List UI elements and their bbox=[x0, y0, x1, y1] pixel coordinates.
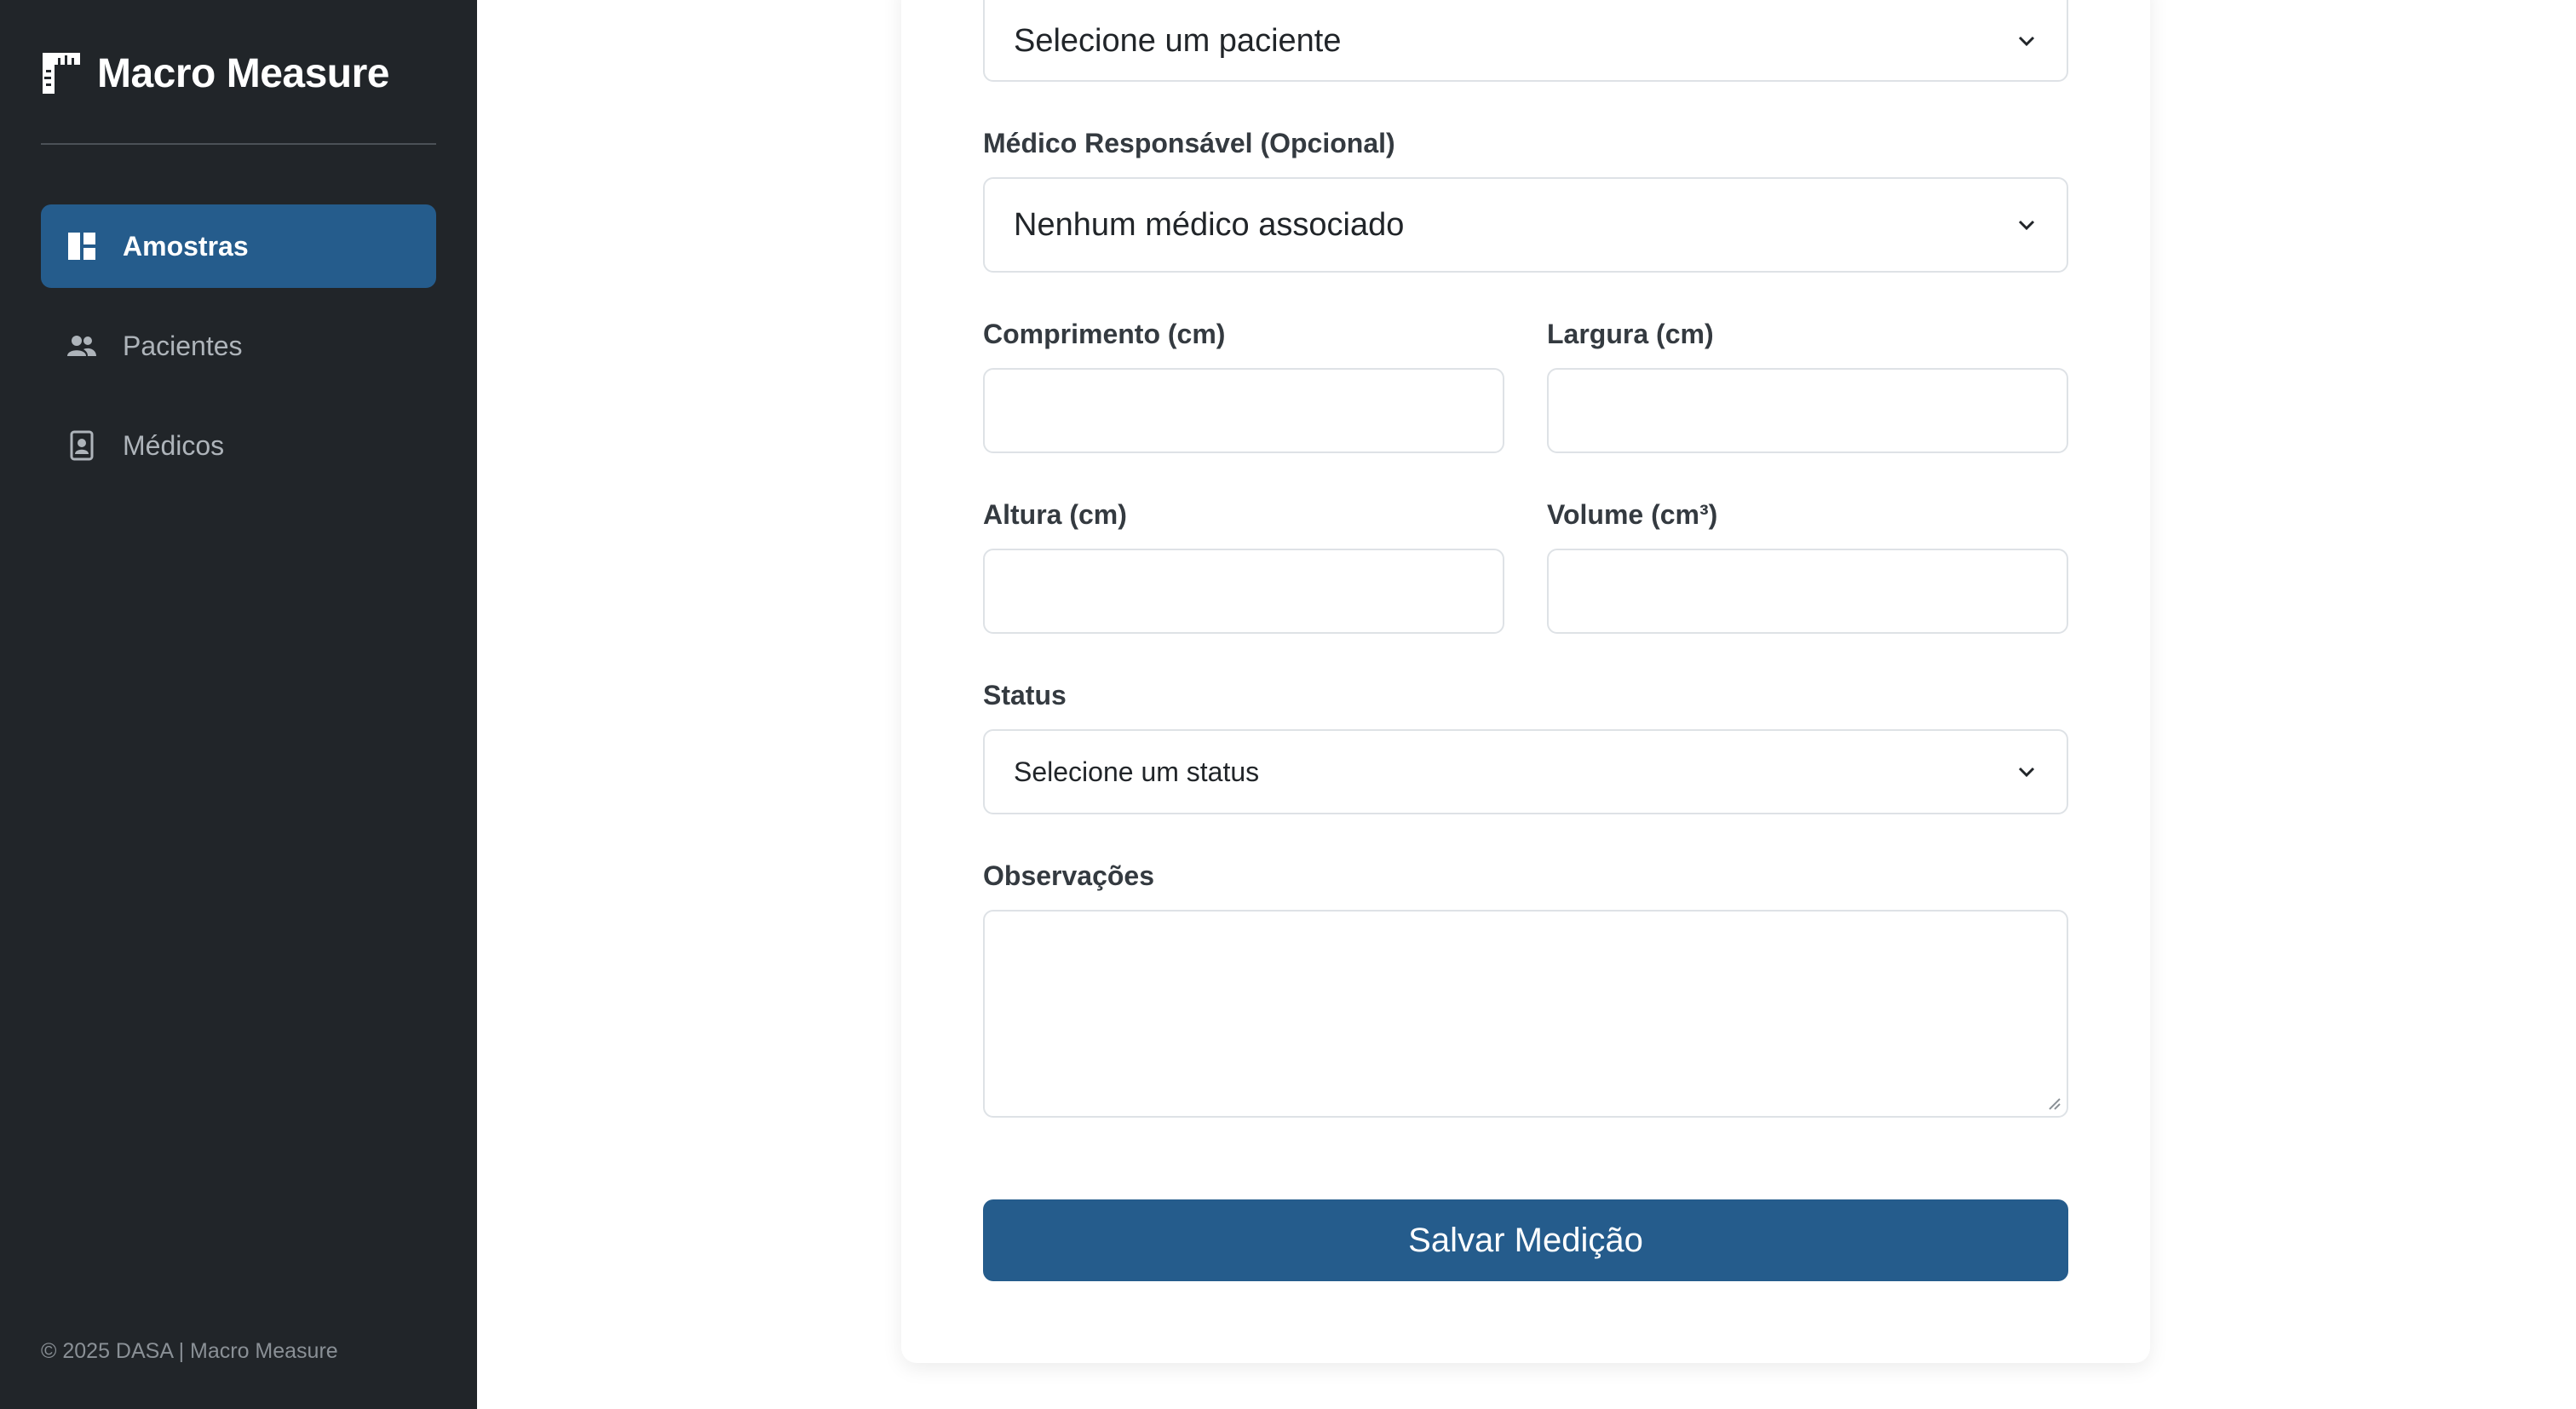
brand[interactable]: Macro Measure bbox=[41, 48, 389, 99]
sidebar-item-label: Amostras bbox=[123, 230, 249, 262]
status-label: Status bbox=[983, 680, 1067, 710]
status-select[interactable]: Selecione um status bbox=[983, 729, 2068, 814]
save-measurement-button[interactable]: Salvar Medição bbox=[983, 1199, 2068, 1281]
patient-select-value: Selecione um paciente bbox=[1014, 22, 1342, 59]
patient-select[interactable]: Selecione um paciente bbox=[983, 0, 2068, 82]
sidebar-footer: © 2025 DASA | Macro Measure bbox=[41, 1339, 338, 1363]
sidebar-divider bbox=[41, 143, 436, 145]
notes-textarea[interactable] bbox=[983, 910, 2068, 1118]
chevron-down-icon bbox=[2018, 767, 2035, 778]
width-input[interactable] bbox=[1547, 368, 2068, 453]
volume-input[interactable] bbox=[1547, 549, 2068, 634]
sidebar: Macro Measure Amostras Pacientes Médicos… bbox=[0, 0, 477, 1409]
doctor-select[interactable]: Nenhum médico associado bbox=[983, 177, 2068, 273]
notes-label: Observações bbox=[983, 860, 1155, 891]
people-icon bbox=[67, 336, 96, 356]
sidebar-item-label: Médicos bbox=[123, 429, 225, 461]
height-label: Altura (cm) bbox=[983, 499, 1127, 530]
height-input[interactable] bbox=[983, 549, 1504, 634]
length-input[interactable] bbox=[983, 368, 1504, 453]
sidebar-item-pacientes[interactable]: Pacientes bbox=[41, 304, 436, 388]
length-label: Comprimento (cm) bbox=[983, 319, 1226, 349]
sidebar-item-amostras[interactable]: Amostras bbox=[41, 204, 436, 288]
dashboard-icon bbox=[68, 233, 95, 260]
volume-label: Volume (cm³) bbox=[1547, 499, 1718, 530]
doctor-select-value: Nenhum médico associado bbox=[1014, 206, 1405, 243]
sidebar-item-label: Pacientes bbox=[123, 330, 243, 361]
ruler-icon bbox=[43, 53, 80, 94]
brand-name: Macro Measure bbox=[97, 50, 389, 96]
chevron-down-icon bbox=[2018, 220, 2035, 231]
chevron-down-icon bbox=[2018, 36, 2035, 47]
sidebar-item-medicos[interactable]: Médicos bbox=[41, 404, 436, 487]
doctor-badge-icon bbox=[70, 430, 94, 461]
width-label: Largura (cm) bbox=[1547, 319, 1714, 349]
resize-grip-icon[interactable] bbox=[2046, 1096, 2061, 1111]
status-select-value: Selecione um status bbox=[1014, 756, 1260, 787]
doctor-label: Médico Responsável (Opcional) bbox=[983, 128, 1395, 158]
